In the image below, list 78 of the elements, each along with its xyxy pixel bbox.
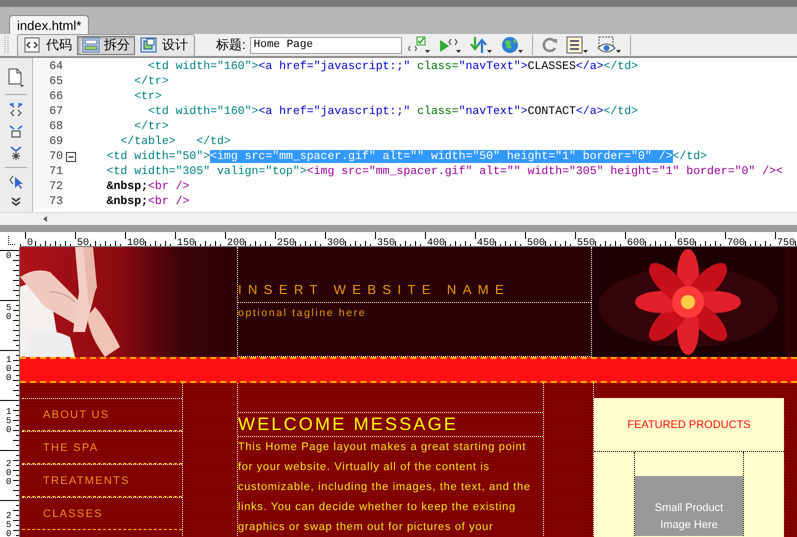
- welcome-heading: WELCOME MESSAGE: [238, 412, 543, 437]
- ruler-label: 0: [25, 239, 34, 246]
- ruler-label: 550: [575, 239, 596, 246]
- collapse-selection-icon[interactable]: [9, 123, 23, 139]
- nav-link[interactable]: ABOUT US: [22, 398, 182, 431]
- line-number: 68: [33, 119, 63, 134]
- document-tab[interactable]: index.html*: [9, 15, 90, 34]
- ruler-label: 50: [6, 304, 13, 322]
- expand-all-icon[interactable]: [9, 145, 23, 161]
- code-line: <td width="160"><a href="javascript:;" class="navText">CONTACT</a></td>: [147, 104, 638, 119]
- ruler-origin-icon[interactable]: [8, 236, 17, 245]
- select-parent-icon[interactable]: [8, 174, 24, 190]
- code-line: </tr>: [133, 74, 169, 89]
- line-number: 67: [33, 104, 63, 119]
- line-number: 71: [33, 164, 63, 179]
- title-label: 标题:: [216, 36, 246, 54]
- ruler-label: 150: [175, 239, 196, 246]
- scroll-left-icon[interactable]: [42, 215, 48, 223]
- ruler-label: 50: [75, 239, 90, 246]
- code-line: &nbsp;<br />: [106, 179, 190, 194]
- title-field[interactable]: Home Page: [250, 36, 402, 54]
- featured-heading: FEATURED PRODUCTS: [594, 398, 784, 452]
- code-line: <td width="305" valign="top"><img src="mm_spacer.gif" alt="" width="305" height="1" border="0" /><: [106, 164, 783, 179]
- line-number: 66: [33, 89, 63, 104]
- site-name: INSERT WEBSITE NAME: [238, 282, 510, 297]
- document-icon[interactable]: [7, 68, 25, 88]
- chevron-icon[interactable]: [10, 196, 22, 206]
- ruler-label: 100: [125, 239, 146, 246]
- view-button[interactable]: 设计: [135, 36, 193, 54]
- collapse-icon[interactable]: [66, 152, 76, 162]
- ruler-label: 600: [625, 239, 646, 246]
- ruler-label: 100: [6, 356, 13, 383]
- code-line: </tr>: [133, 119, 169, 134]
- ruler-label: 450: [475, 239, 496, 246]
- transfer-arrows-icon[interactable]: [470, 36, 493, 54]
- code-view-icon: [24, 37, 42, 53]
- collapse-tag-icon[interactable]: [9, 101, 23, 117]
- code-line: <td width="50"><img src="mm_spacer.gif" alt="" width="50" height="1" border="0" /></td>: [106, 149, 708, 164]
- split-view-icon: [82, 37, 100, 53]
- tagline: optional tagline here: [238, 307, 366, 319]
- ruler-label: 200: [225, 239, 246, 246]
- view-button[interactable]: 代码: [19, 36, 77, 54]
- code-line: &nbsp;<br />: [106, 194, 190, 209]
- welcome-text: This Home Page layout makes a great starting point for your website. Virtually all of the content is customizable, including the images, the text, and the links. You can decide whether to keep the existing graphics or swap them out for pictures of your: [238, 440, 532, 535]
- eye-icon[interactable]: [596, 36, 622, 54]
- image-label: Small Product Image Here: [654, 502, 724, 531]
- ruler-label: 350: [375, 239, 396, 246]
- code-line: </table> </td>: [119, 134, 231, 149]
- ruler-label: 250: [275, 239, 296, 246]
- code-check-icon[interactable]: [408, 36, 431, 54]
- play-icon[interactable]: [438, 36, 462, 54]
- ruler-label: 750: [775, 239, 796, 246]
- view-button[interactable]: 拆分: [77, 36, 135, 54]
- nav-link[interactable]: THE SPA: [22, 431, 182, 464]
- line-number: 70: [33, 149, 63, 164]
- line-number: 72: [33, 179, 63, 194]
- line-number: 69: [33, 134, 63, 149]
- ruler-label: 500: [525, 239, 546, 246]
- ruler-label: 0: [6, 252, 13, 261]
- ruler-label: 150: [6, 408, 13, 435]
- refresh-icon[interactable]: [540, 36, 558, 54]
- line-number: 65: [33, 74, 63, 89]
- ruler-label: 650: [675, 239, 696, 246]
- ruler-label: 400: [425, 239, 446, 246]
- code-line: <td width="160"><a href="javascript:;" class="navText">CLASSES</a></td>: [147, 59, 638, 74]
- globe-icon[interactable]: [500, 36, 524, 54]
- design-view-icon: [140, 37, 158, 53]
- grip-icon: [4, 34, 9, 56]
- ruler-label: 250: [6, 512, 13, 537]
- line-number: 64: [33, 59, 63, 74]
- ruler-label: 300: [325, 239, 346, 246]
- line-number: 73: [33, 194, 63, 209]
- nav-link[interactable]: CLASSES: [22, 497, 182, 530]
- ruler-label: 200: [6, 460, 13, 487]
- code-line: <tr>: [133, 89, 162, 104]
- ruler-label: 700: [725, 239, 746, 246]
- list-icon[interactable]: [566, 36, 589, 54]
- nav-link[interactable]: TREATMENTS: [22, 464, 182, 497]
